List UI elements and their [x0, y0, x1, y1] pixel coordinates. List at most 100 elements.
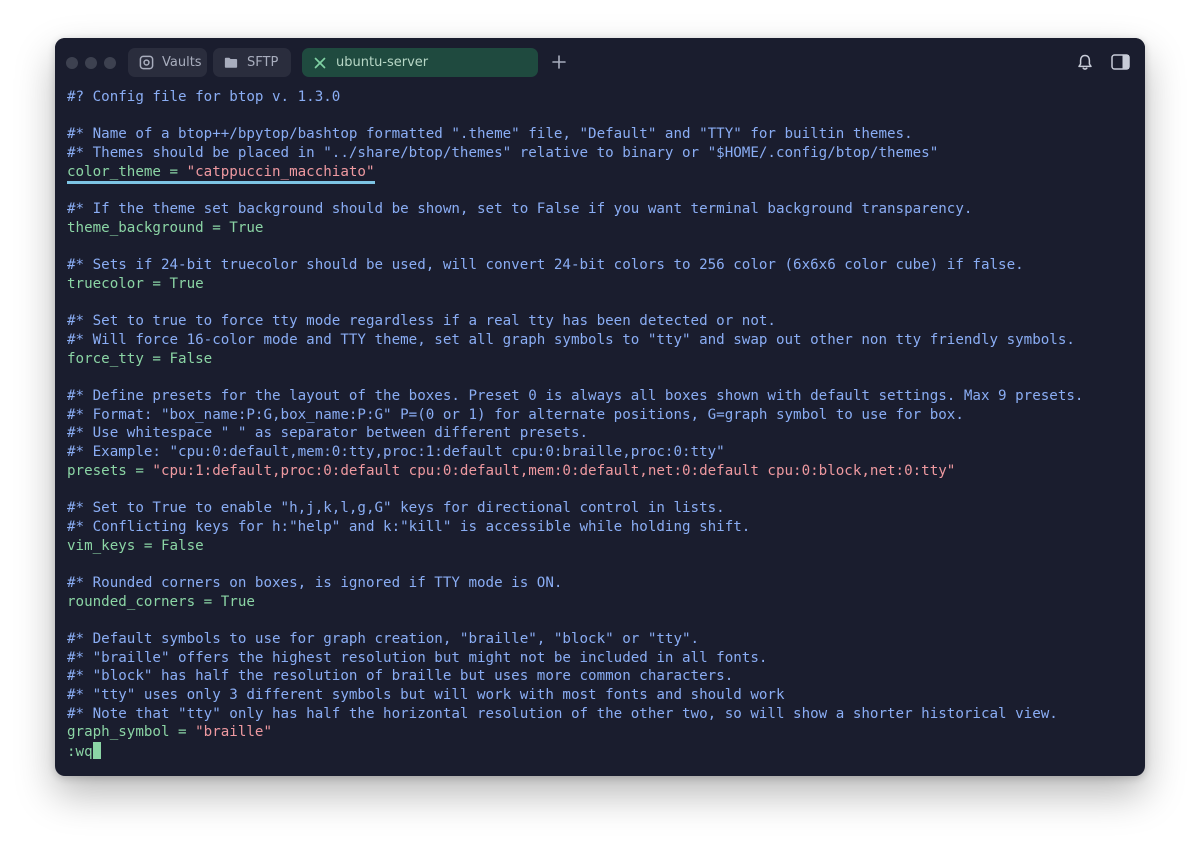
comment-line: #* If the theme set background should be…	[67, 200, 1137, 219]
setting-operator: =	[143, 275, 170, 292]
comment-line: #* Format: "box_name:P:G,box_name:P:G" P…	[67, 406, 1137, 425]
command-line: :wq	[67, 742, 1137, 761]
comment-text: #* Will force 16-color mode and TTY them…	[67, 331, 1075, 348]
new-tab-button[interactable]	[549, 52, 569, 72]
title-bar: Vaults SFTP ubuntu-server	[55, 38, 1145, 88]
comment-text: #* Example: "cpu:0:default,mem:0:tty,pro…	[67, 444, 725, 461]
setting-value: "braille"	[195, 724, 272, 741]
setting-value: True	[229, 219, 264, 236]
comment-line: #* Use whitespace " " as separator betwe…	[67, 424, 1137, 443]
comment-line: #* Define presets for the layout of the …	[67, 387, 1137, 406]
comment-text: #* Set to True to enable "h,j,k,l,g,G" k…	[67, 500, 725, 517]
setting-value: "catppuccin_macchiato"	[186, 163, 375, 180]
setting-operator: =	[169, 724, 196, 741]
comment-text: #* "block" has half the resolution of br…	[67, 668, 734, 685]
comment-line: #* Example: "cpu:0:default,mem:0:tty,pro…	[67, 443, 1137, 462]
setting-line-color-theme: color_theme = "catppuccin_macchiato"	[67, 163, 1137, 184]
setting-key: vim_keys	[67, 537, 136, 554]
tab-vaults[interactable]: Vaults	[128, 48, 207, 77]
setting-value: False	[160, 537, 204, 554]
comment-line: #* Default symbols to use for graph crea…	[67, 630, 1137, 649]
setting-value: True	[169, 275, 204, 292]
setting-key: rounded_corners	[67, 593, 196, 610]
setting-key: presets	[67, 462, 127, 479]
setting-line-force-tty: force_tty = False	[67, 350, 1137, 369]
comment-text: #* Conflicting keys for h:"help" and k:"…	[67, 518, 751, 535]
setting-value: "cpu:1:default,proc:0:default cpu:0:defa…	[152, 462, 956, 479]
terminal-editor[interactable]: #? Config file for btop v. 1.3.0 #* Name …	[67, 88, 1137, 768]
comment-line: #* Sets if 24-bit truecolor should be us…	[67, 256, 1137, 275]
setting-key: force_tty	[67, 350, 144, 367]
setting-line-rounded-corners: rounded_corners = True	[67, 593, 1137, 612]
plus-icon	[552, 55, 566, 69]
comment-text: #* Name of a btop++/bpytop/bashtop forma…	[67, 126, 913, 143]
command-text: :wq	[67, 744, 93, 761]
comment-line: #* Rounded corners on boxes, is ignored …	[67, 574, 1137, 593]
setting-line-truecolor: truecolor = True	[67, 275, 1137, 294]
close-icon[interactable]	[312, 55, 328, 71]
text-cursor	[92, 742, 101, 760]
tab-ubuntu-server[interactable]: ubuntu-server	[302, 48, 538, 77]
comment-text: #* Set to true to force tty mode regardl…	[67, 313, 776, 330]
tab-label: ubuntu-server	[336, 55, 429, 70]
comment-text: #* If the theme set background should be…	[67, 201, 973, 218]
comment-line: #* Note that "tty" only has half the hor…	[67, 705, 1137, 724]
minimize-window-button[interactable]	[85, 57, 97, 69]
comment-line: #* Name of a btop++/bpytop/bashtop forma…	[67, 125, 1137, 144]
setting-key: color_theme	[67, 163, 161, 180]
sidebar-toggle-button[interactable]	[1111, 54, 1131, 72]
setting-operator: =	[195, 593, 221, 610]
setting-operator: =	[126, 462, 153, 479]
vault-icon	[138, 55, 154, 71]
comment-line: #* Set to True to enable "h,j,k,l,g,G" k…	[67, 499, 1137, 518]
sidebar-icon	[1111, 54, 1130, 70]
setting-line-vim-keys: vim_keys = False	[67, 537, 1137, 556]
close-window-button[interactable]	[66, 57, 78, 69]
folder-icon	[223, 55, 239, 71]
setting-key: theme_background	[67, 219, 204, 236]
setting-key: graph_symbol	[67, 724, 170, 741]
highlighted-setting: color_theme = "catppuccin_macchiato"	[67, 163, 375, 184]
setting-operator: =	[203, 219, 230, 236]
bell-icon	[1078, 54, 1092, 70]
comment-line: #* Set to true to force tty mode regardl…	[67, 312, 1137, 331]
setting-line-graph-symbol: graph_symbol = "braille"	[67, 723, 1137, 742]
comment-line: #* "braille" offers the highest resoluti…	[67, 649, 1137, 668]
setting-line-presets: presets = "cpu:1:default,proc:0:default …	[67, 462, 1137, 481]
tab-sftp[interactable]: SFTP	[213, 48, 291, 77]
comment-text: #* Default symbols to use for graph crea…	[67, 630, 700, 647]
comment-text: #* Rounded corners on boxes, is ignored …	[67, 574, 563, 591]
comment-text: #* Note that "tty" only has half the hor…	[67, 705, 1058, 722]
setting-operator: =	[143, 350, 170, 367]
setting-operator: =	[135, 537, 161, 554]
comment-line: #* Conflicting keys for h:"help" and k:"…	[67, 518, 1137, 537]
maximize-window-button[interactable]	[104, 57, 116, 69]
setting-line-theme-background: theme_background = True	[67, 219, 1137, 238]
comment-text: #* Use whitespace " " as separator betwe…	[67, 425, 589, 442]
notifications-button[interactable]	[1077, 54, 1095, 72]
setting-operator: =	[160, 163, 187, 180]
comment-text: #* Themes should be placed in "../share/…	[67, 145, 939, 162]
comment-text: #? Config file for btop v. 1.3.0	[67, 89, 341, 105]
comment-line: #* Themes should be placed in "../share/…	[67, 144, 1137, 163]
comment-line: #? Config file for btop v. 1.3.0	[67, 88, 1137, 107]
setting-value: False	[169, 350, 213, 367]
tab-label: Vaults	[162, 55, 202, 70]
terminal-window: Vaults SFTP ubuntu-server #? Config file…	[55, 38, 1145, 776]
comment-line: #* "block" has half the resolution of br…	[67, 667, 1137, 686]
comment-text: #* Sets if 24-bit truecolor should be us…	[67, 257, 1024, 274]
setting-value: True	[220, 593, 255, 610]
comment-text: #* Format: "box_name:P:G,box_name:P:G" P…	[67, 406, 964, 423]
comment-text: #* "braille" offers the highest resoluti…	[67, 649, 768, 666]
comment-text: #* Define presets for the layout of the …	[67, 388, 1084, 404]
setting-key: truecolor	[67, 275, 144, 292]
comment-text: #* "tty" uses only 3 different symbols b…	[67, 687, 785, 703]
